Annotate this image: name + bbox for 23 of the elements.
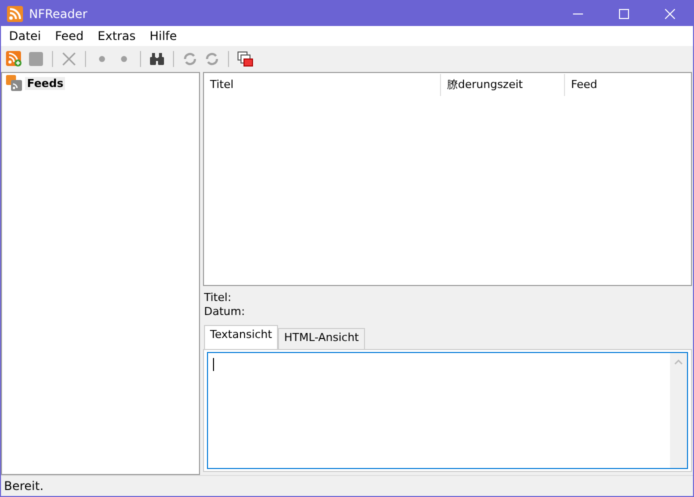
binoculars-icon[interactable] <box>149 51 165 67</box>
column-header[interactable]: Titel <box>204 74 440 96</box>
tab[interactable]: Textansicht <box>204 325 278 349</box>
rss-icon <box>7 6 23 22</box>
window-title: NFReader <box>29 6 88 20</box>
scroll-up-icon[interactable] <box>674 359 683 365</box>
tree-item[interactable]: Feeds <box>25 76 66 90</box>
menu-item[interactable]: Hilfe <box>150 29 177 43</box>
menu-item[interactable]: Datei <box>9 29 42 43</box>
menu-item[interactable]: Extras <box>98 29 136 43</box>
feed-folder-icon <box>6 75 22 91</box>
column-header[interactable]: 膫derungszeit <box>440 74 564 96</box>
rss-add-icon[interactable] <box>6 51 22 67</box>
menu-item[interactable]: Feed <box>55 29 84 43</box>
scrollbar[interactable] <box>670 353 687 468</box>
status-text: Bereit. <box>4 479 44 493</box>
tab[interactable]: HTML-Ansicht <box>278 328 365 349</box>
windows-icon[interactable] <box>237 51 253 67</box>
detail-label: Titel: <box>204 291 232 305</box>
text-view-field[interactable] <box>207 352 688 469</box>
detail-label: Datum: <box>204 305 246 319</box>
maximize-icon[interactable] <box>619 8 629 18</box>
column-header[interactable]: Feed <box>564 74 691 96</box>
